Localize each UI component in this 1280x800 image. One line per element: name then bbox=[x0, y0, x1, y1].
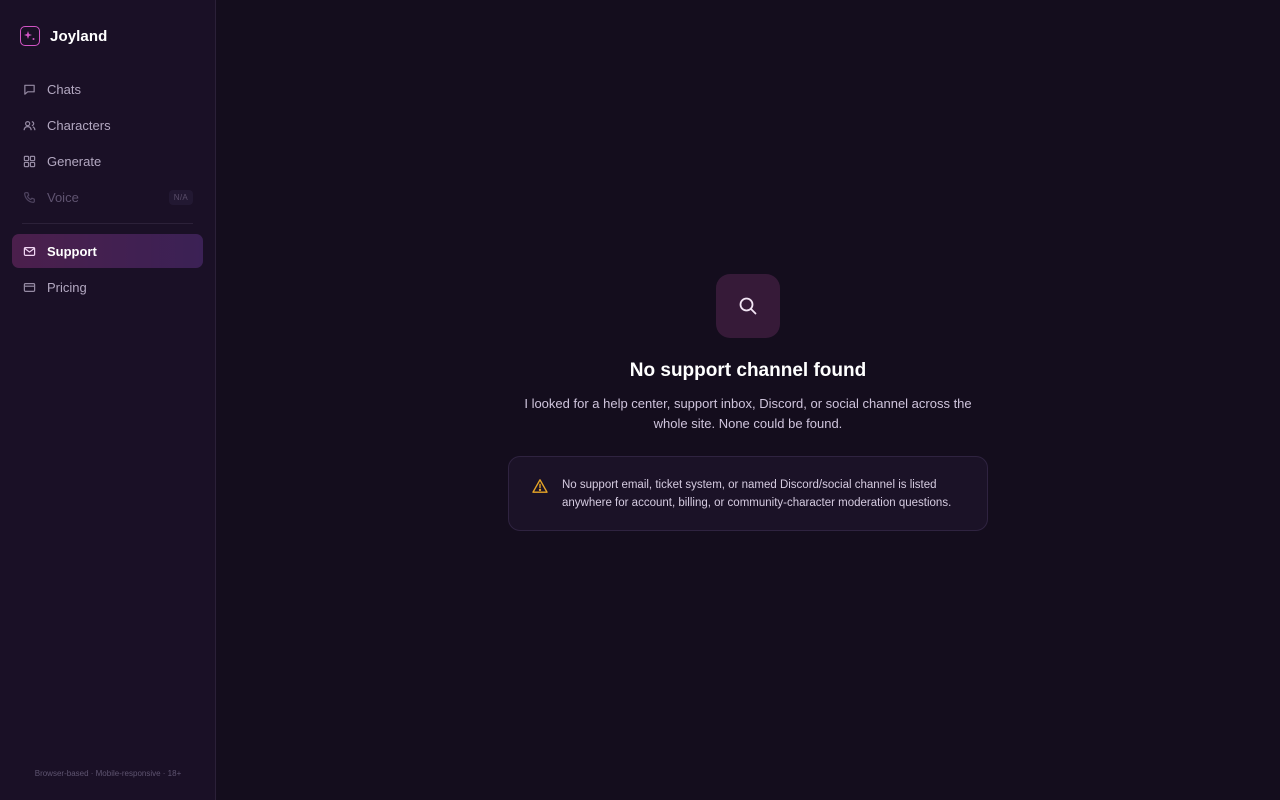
sidebar-item-label: Support bbox=[47, 243, 97, 259]
search-icon bbox=[716, 274, 780, 338]
sidebar-item-label: Voice bbox=[47, 189, 79, 205]
sidebar-item-characters[interactable]: Characters bbox=[12, 108, 203, 142]
warning-notice-text: No support email, ticket system, or name… bbox=[562, 479, 952, 509]
sidebar-item-label: Characters bbox=[47, 117, 111, 133]
grid-icon bbox=[22, 154, 36, 168]
sidebar-item-generate[interactable]: Generate bbox=[12, 144, 203, 178]
empty-state: No support channel found I looked for a … bbox=[216, 274, 1280, 531]
sidebar-footer: Browser-based · Mobile-responsive · 18+ bbox=[34, 769, 182, 778]
brand-name: Joyland bbox=[50, 27, 108, 45]
sidebar-item-support[interactable]: Support bbox=[12, 234, 203, 268]
sidebar-item-chats[interactable]: Chats bbox=[12, 72, 203, 106]
brand[interactable]: Joyland bbox=[12, 0, 203, 72]
mail-icon bbox=[22, 244, 36, 258]
sidebar-item-label: Generate bbox=[47, 153, 102, 169]
empty-state-title: No support channel found bbox=[629, 360, 867, 381]
sidebar-item-pricing[interactable]: Pricing bbox=[12, 270, 203, 304]
sidebar-nav-secondary: Support Pricing bbox=[12, 234, 203, 304]
credit-card-icon bbox=[22, 280, 36, 294]
phone-icon bbox=[22, 190, 36, 204]
sidebar: Joyland Chats Characters Generate Voice … bbox=[0, 0, 216, 800]
unavailable-badge: N/A bbox=[168, 189, 193, 205]
app: Joyland Chats Characters Generate Voice … bbox=[0, 0, 1280, 800]
chat-bubble-icon bbox=[22, 82, 36, 96]
sidebar-item-voice: Voice N/A bbox=[12, 180, 203, 214]
main-content: No support channel found I looked for a … bbox=[216, 0, 1280, 800]
nav-divider bbox=[22, 223, 193, 224]
empty-state-description: I looked for a help center, support inbo… bbox=[524, 396, 972, 431]
sidebar-item-label: Chats bbox=[47, 81, 81, 97]
sidebar-nav: Chats Characters Generate Voice N/A bbox=[12, 72, 203, 214]
warning-notice: No support email, ticket system, or name… bbox=[508, 456, 988, 531]
sidebar-item-label: Pricing bbox=[47, 279, 87, 295]
sparkle-icon bbox=[20, 26, 40, 46]
warning-icon bbox=[532, 478, 548, 494]
users-icon bbox=[22, 118, 36, 132]
